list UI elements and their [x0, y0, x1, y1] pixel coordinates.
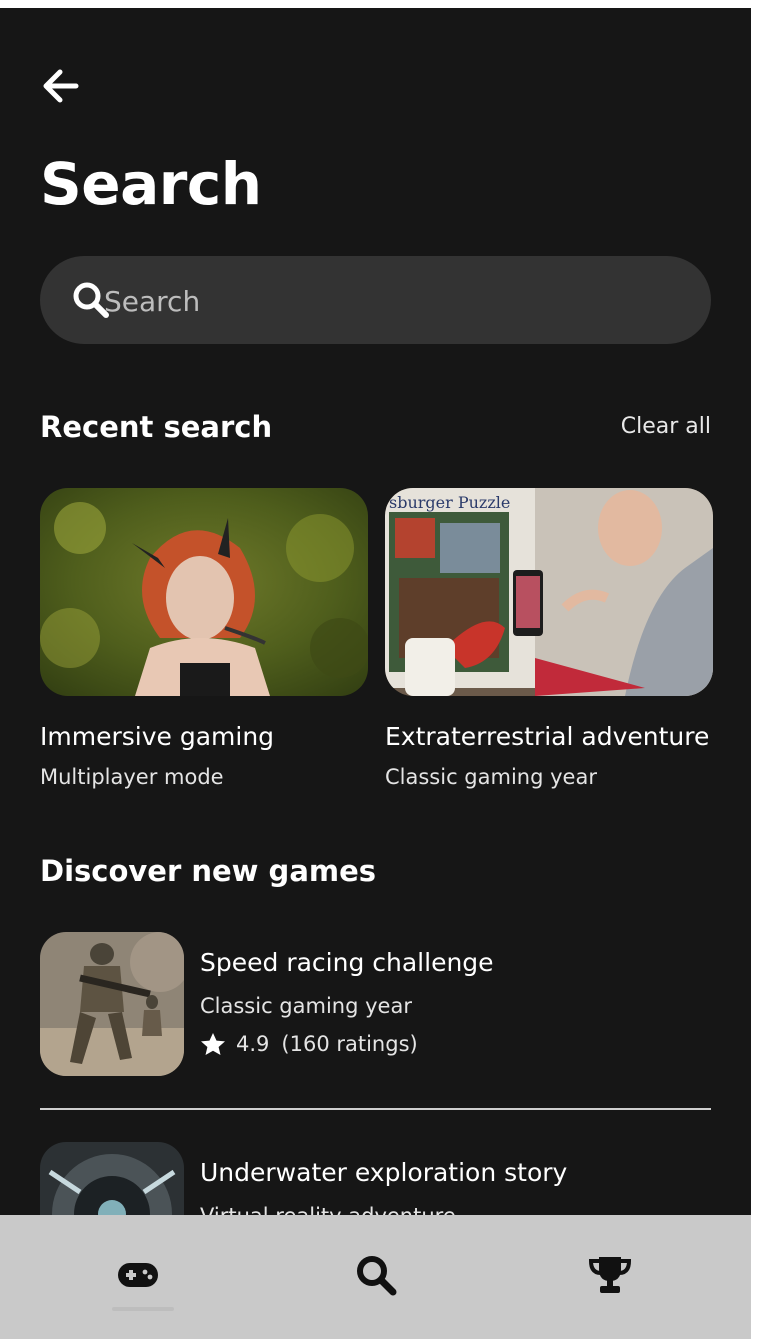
recent-card-subtitle: Classic gaming year [385, 765, 597, 789]
search-input[interactable] [102, 256, 696, 346]
game-list-item[interactable]: Speed racing challenge Classic gaming ye… [40, 932, 711, 1078]
puzzle-box-text: sburger Puzzle [389, 493, 510, 512]
game-subtitle: Classic gaming year [200, 994, 412, 1018]
active-tab-indicator [112, 1307, 174, 1311]
nav-tab-search[interactable] [336, 1245, 416, 1305]
ratings-count: (160 ratings) [281, 1032, 418, 1056]
recent-card[interactable]: sburger Puzzle Extraterrestrial adventur… [385, 488, 713, 789]
soldier-battle-image [40, 932, 184, 1076]
cosplay-portrait-image [40, 488, 368, 696]
star-icon [201, 1033, 225, 1055]
nav-tab-trophies[interactable] [570, 1245, 650, 1305]
recent-card-title: Immersive gaming [40, 722, 275, 751]
recent-search-heading: Recent search [40, 410, 273, 444]
clear-all-button[interactable]: Clear all [621, 414, 711, 439]
puzzle-table-image: sburger Puzzle [385, 488, 713, 696]
screen-edge [751, 0, 757, 1339]
recent-card-subtitle: Multiplayer mode [40, 765, 224, 789]
list-divider [40, 1108, 711, 1110]
recent-card[interactable]: Immersive gaming Multiplayer mode [40, 488, 368, 789]
nav-tab-games[interactable] [98, 1245, 178, 1305]
search-icon [357, 1256, 397, 1296]
page-title: Search [40, 150, 262, 218]
arrow-left-icon [43, 69, 79, 103]
rating-value: 4.9 [236, 1032, 270, 1056]
recent-card-title: Extraterrestrial adventure [385, 722, 710, 751]
game-title: Underwater exploration story [200, 1158, 568, 1187]
search-bar[interactable] [40, 256, 711, 346]
game-title: Speed racing challenge [200, 948, 494, 977]
game-rating: 4.9 (160 ratings) [200, 1032, 418, 1056]
discover-heading: Discover new games [40, 854, 377, 888]
back-button[interactable] [40, 66, 80, 106]
gamepad-icon [118, 1263, 158, 1287]
search-screen: Search Recent search Clear all [0, 8, 751, 1339]
trophy-icon [589, 1257, 631, 1293]
bottom-navigation [0, 1215, 751, 1339]
